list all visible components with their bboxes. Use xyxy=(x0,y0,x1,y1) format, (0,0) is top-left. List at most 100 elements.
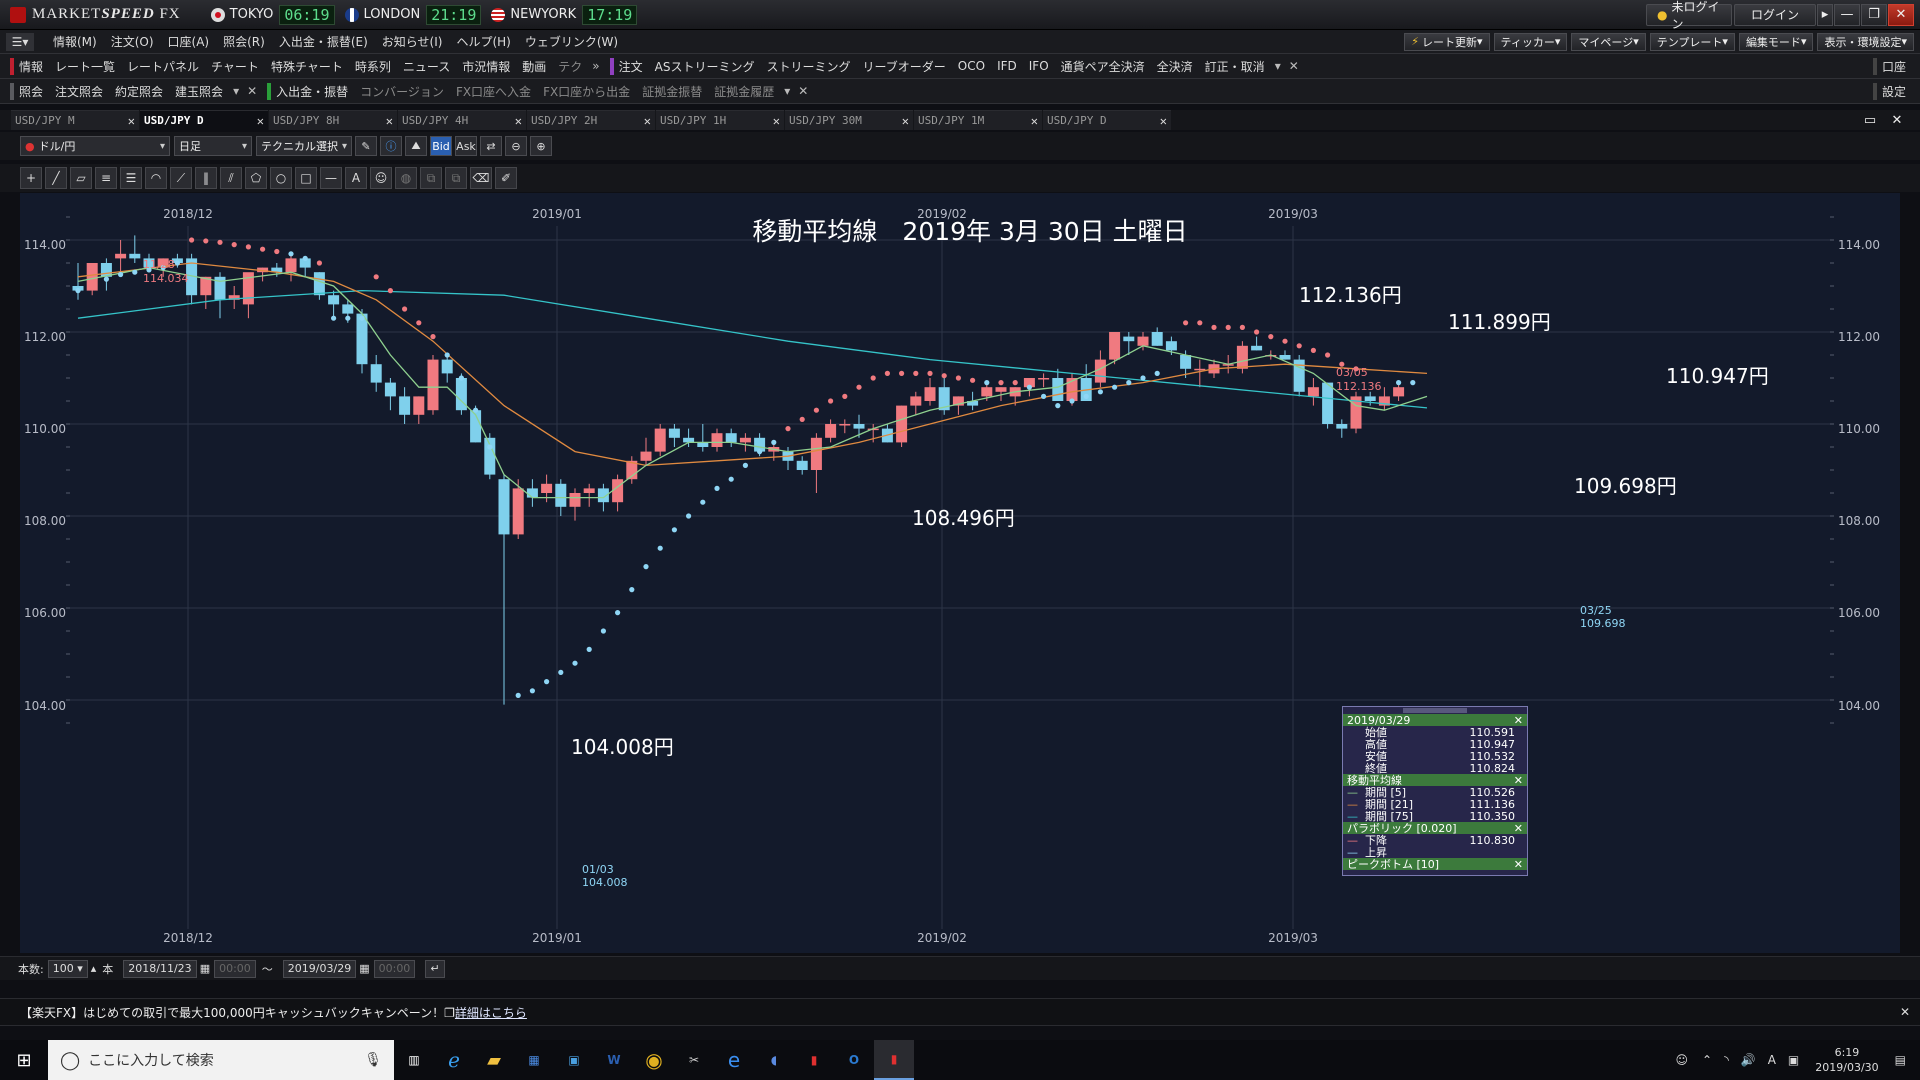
microphone-icon[interactable]: 🎙 xyxy=(364,1052,382,1068)
stamp-icon[interactable]: ☺ xyxy=(370,167,392,189)
minimize-button[interactable]: — xyxy=(1834,3,1860,26)
tb-rate-panel[interactable]: レートパネル xyxy=(121,58,205,75)
vertical-lines-icon[interactable]: ‖ xyxy=(195,167,217,189)
copy-icon[interactable]: ⧉ xyxy=(420,167,442,189)
close-icon[interactable]: ✕ xyxy=(1514,858,1523,871)
tab-usdjpy-1m[interactable]: USD/JPY 1M ✕ xyxy=(914,110,1042,130)
fan-icon[interactable]: ⟋ xyxy=(170,167,192,189)
tab-usdjpy-4h[interactable]: USD/JPY 4H ✕ xyxy=(398,110,526,130)
login-button[interactable]: ログイン xyxy=(1734,3,1816,26)
hline-icon[interactable]: — xyxy=(320,167,342,189)
dropdown-arrow-icon[interactable]: ▾ xyxy=(229,84,243,98)
tb-modify-cancel[interactable]: 訂正・取消 xyxy=(1199,58,1271,75)
tb-tech[interactable]: テク xyxy=(552,58,588,75)
menu-weblink[interactable]: ウェブリンク(W) xyxy=(518,33,625,50)
tb-market-info[interactable]: 市況情報 xyxy=(456,58,516,75)
calendar-icon[interactable]: ▦ xyxy=(200,962,210,975)
close-tab-icon[interactable]: ✕ xyxy=(257,114,264,128)
menu-order[interactable]: 注文(O) xyxy=(104,33,161,50)
remote-desktop-icon[interactable]: ▣ xyxy=(554,1040,594,1080)
tb-rate-list[interactable]: レート一覧 xyxy=(49,58,121,75)
tb-video[interactable]: 動画 xyxy=(516,58,552,75)
tab-usdjpy-1h[interactable]: USD/JPY 1H ✕ xyxy=(656,110,784,130)
close-news-icon[interactable]: ✕ xyxy=(1900,1005,1910,1019)
close-tab-icon[interactable]: ✕ xyxy=(386,114,393,128)
period-select[interactable]: 日足 xyxy=(174,136,252,156)
close-tab-icon[interactable]: ✕ xyxy=(773,114,780,128)
internet-explorer-icon[interactable]: ℯ xyxy=(434,1040,474,1080)
technical-select[interactable]: テクニカル選択 xyxy=(256,136,352,156)
windows-start-icon[interactable]: ⊞ xyxy=(0,1040,48,1080)
more-arrow-icon[interactable]: » xyxy=(588,59,603,73)
tb-ifd[interactable]: IFD xyxy=(991,59,1023,73)
tab-usdjpy-d-2[interactable]: USD/JPY D ✕ xyxy=(1043,110,1171,130)
menu-info[interactable]: 情報(M) xyxy=(46,33,104,50)
rate-update-button[interactable]: ⚡ レート更新 ▾ xyxy=(1404,32,1490,51)
marketspeed-icon[interactable]: ▮ xyxy=(794,1040,834,1080)
tb-ifo[interactable]: IFO xyxy=(1023,59,1055,73)
chrome-icon[interactable]: ◉ xyxy=(634,1040,674,1080)
menu-help[interactable]: ヘルプ(H) xyxy=(449,33,517,50)
login-status-button[interactable]: ● 未ログイン xyxy=(1646,0,1732,31)
marketspeed-fx-icon[interactable]: ▮ xyxy=(874,1040,914,1080)
erase-all-icon[interactable]: ✐ xyxy=(495,167,517,189)
calculator-icon[interactable]: ▦ xyxy=(514,1040,554,1080)
magnet-icon[interactable]: ◍ xyxy=(395,167,417,189)
app-icon[interactable]: ◖ xyxy=(754,1040,794,1080)
menu-inquiry[interactable]: 照会(R) xyxy=(216,33,272,50)
edit-mode-button[interactable]: 編集モード ▾ xyxy=(1738,32,1814,51)
tb-account-right[interactable]: 口座 xyxy=(1872,57,1912,75)
maximize-panel-icon[interactable]: ▭ xyxy=(1857,109,1883,131)
arc-icon[interactable]: ◠ xyxy=(145,167,167,189)
close-tab-icon[interactable]: ✕ xyxy=(902,114,909,128)
people-icon[interactable]: ☺ xyxy=(1676,1053,1689,1067)
tb-oco[interactable]: OCO xyxy=(952,59,991,73)
mypage-button[interactable]: マイページ ▾ xyxy=(1571,32,1646,51)
zoom-in-icon[interactable]: ⊕ xyxy=(530,136,552,156)
tb-order-inquiry[interactable]: 注文照会 xyxy=(49,83,109,100)
price-chart[interactable]: 移動平均線 2019年 3月 30日 土曜日 114.00 112.00 110… xyxy=(20,193,1900,953)
close-toolbar-icon[interactable]: ✕ xyxy=(1285,59,1303,73)
apply-icon[interactable]: ↵ xyxy=(425,959,445,978)
word-icon[interactable]: W xyxy=(594,1040,634,1080)
eraser-icon[interactable]: ⌫ xyxy=(470,167,492,189)
dropdown-arrow-icon[interactable]: ▾ xyxy=(1271,59,1285,73)
taskbar-search-input[interactable]: ◯ ここに入力して検索 🎙 xyxy=(48,1040,394,1080)
bid-button[interactable]: Bid xyxy=(430,136,452,156)
close-button[interactable]: ✕ xyxy=(1888,3,1914,26)
rectangle-icon[interactable]: □ xyxy=(295,167,317,189)
horizontal-lines-icon[interactable]: ≡ xyxy=(95,167,117,189)
tab-usdjpy-2h[interactable]: USD/JPY 2H ✕ xyxy=(527,110,655,130)
pen-icon[interactable]: ✎ xyxy=(355,136,377,156)
ime-mode-icon[interactable]: ▣ xyxy=(1788,1053,1799,1067)
crosshair-icon[interactable]: + xyxy=(20,167,42,189)
compare-icon[interactable]: ⇄ xyxy=(480,136,502,156)
close-icon[interactable]: ✕ xyxy=(1514,774,1523,787)
close-tab-icon[interactable]: ✕ xyxy=(644,114,651,128)
outlook-icon[interactable]: O xyxy=(834,1040,874,1080)
tb-position-inquiry[interactable]: 建玉照会 xyxy=(169,83,229,100)
currency-pair-select[interactable]: ● ドル/円 xyxy=(20,136,170,156)
close-toolbar-icon[interactable]: ✕ xyxy=(243,84,261,98)
arrow-right-icon[interactable]: ▸ xyxy=(1817,3,1833,26)
calendar-icon[interactable]: ▦ xyxy=(359,962,369,975)
close-tab-icon[interactable]: ✕ xyxy=(1160,114,1167,128)
tb-margin-history[interactable]: 証拠金履歴 xyxy=(708,83,780,100)
tb-margin-transfer[interactable]: 証拠金振替 xyxy=(636,83,708,100)
ask-button[interactable]: Ask xyxy=(455,136,477,156)
close-tab-icon[interactable]: ✕ xyxy=(128,114,135,128)
tb-leave-order[interactable]: リーブオーダー xyxy=(857,58,952,75)
tab-usdjpy-8h[interactable]: USD/JPY 8H ✕ xyxy=(269,110,397,130)
panel-drag-handle[interactable] xyxy=(1403,708,1467,713)
mountain-chart-icon[interactable]: ⛰ xyxy=(405,136,427,156)
network-icon[interactable]: ◝ xyxy=(1724,1053,1729,1067)
tb-streaming[interactable]: ストリーミング xyxy=(760,58,856,75)
fibonacci-icon[interactable]: ☰ xyxy=(120,167,142,189)
news-detail-link[interactable]: 詳細はこちら xyxy=(455,1006,527,1020)
tb-time-series[interactable]: 時系列 xyxy=(349,58,397,75)
close-icon[interactable]: ✕ xyxy=(1514,822,1523,835)
tb-conversion[interactable]: コンバージョン xyxy=(354,83,450,100)
tb-settings-right[interactable]: 設定 xyxy=(1872,82,1912,100)
chevron-up-icon[interactable]: ⌃ xyxy=(1702,1053,1712,1067)
tb-news[interactable]: ニュース xyxy=(397,58,456,75)
